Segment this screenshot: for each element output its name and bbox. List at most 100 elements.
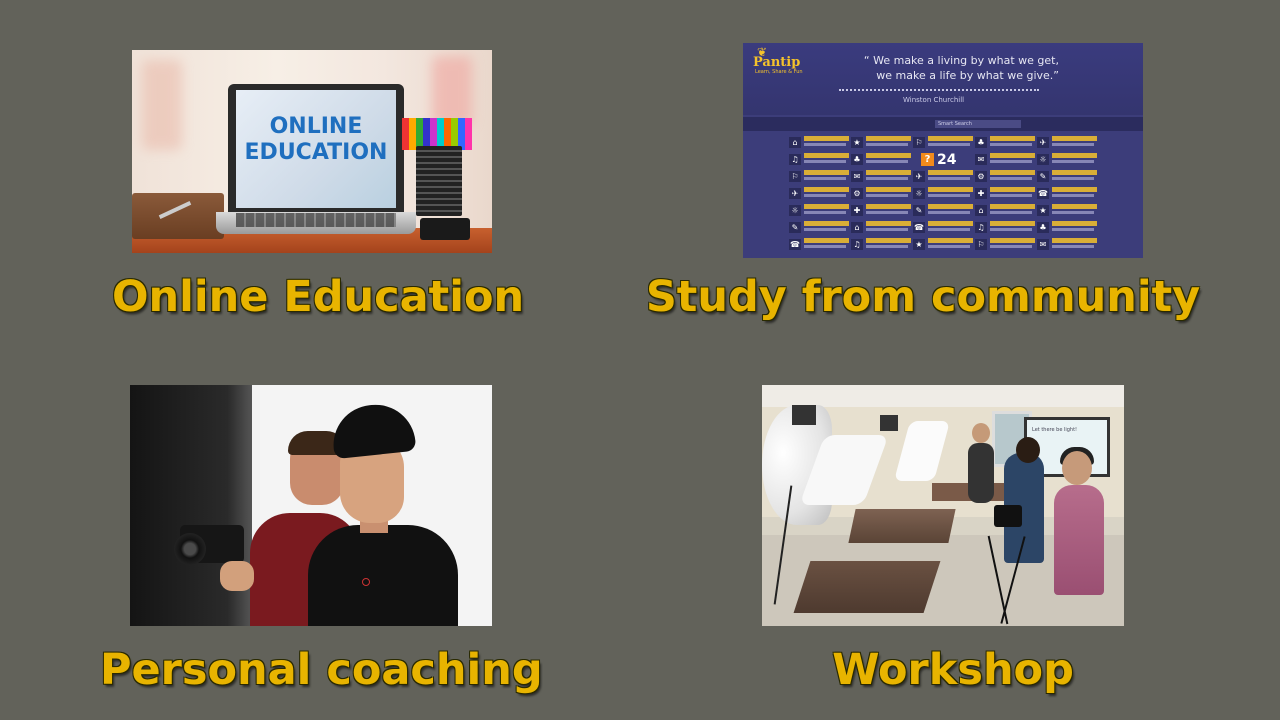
room-tile: ⚐: [789, 169, 849, 184]
table: [793, 561, 941, 613]
caption-workshop: Workshop: [832, 645, 1074, 695]
room-tile: ☎: [789, 237, 849, 252]
room-title-bar: [990, 204, 1035, 209]
room-desc-bar: [866, 228, 908, 231]
caption-online-education: Online Education: [112, 272, 525, 322]
question-icon: ?: [921, 153, 934, 166]
room-desc-bar: [1052, 194, 1094, 197]
laptop-screen-text: ONLINE EDUCATION: [236, 114, 396, 166]
room-desc-bar: [866, 143, 908, 146]
room-title-bar: [990, 153, 1035, 158]
room-icon: ✉: [851, 171, 863, 182]
room-tile: ☼: [789, 203, 849, 218]
room-desc-bar: [804, 194, 846, 197]
screen-text-line1: ONLINE: [269, 114, 363, 139]
laptop-keyboard: [236, 213, 396, 227]
room-desc-bar: [866, 194, 908, 197]
room-desc-bar: [990, 211, 1032, 214]
room-title-bar: [804, 238, 849, 243]
room-desc-bar: [866, 177, 908, 180]
participant-head: [972, 423, 990, 443]
room-desc-bar: [1052, 160, 1094, 163]
quote-divider: [839, 89, 1039, 91]
room-tile: ☎: [913, 220, 973, 235]
room-tile: ✉: [851, 169, 911, 184]
student-hair: [329, 400, 417, 460]
room-tile: ⌂: [851, 220, 911, 235]
room-desc-bar: [1052, 177, 1094, 180]
room-icon: ✚: [975, 188, 987, 199]
room-icon: ☼: [913, 188, 925, 199]
room-desc-bar: [990, 194, 1032, 197]
room-icon: ☎: [1037, 188, 1049, 199]
shirt-logo: [362, 578, 370, 586]
room-desc-bar: [1052, 211, 1094, 214]
room-tile: ♣: [1037, 220, 1097, 235]
room-tile: ♫: [789, 152, 849, 167]
room-tile: ✈: [1037, 135, 1097, 150]
pantip-date: 24: [937, 152, 957, 168]
room-tile: ⌂: [789, 135, 849, 150]
room-title-bar: [866, 238, 911, 243]
room-title-bar: [804, 187, 849, 192]
room-title-bar: [1052, 187, 1097, 192]
studio-light: [880, 415, 898, 431]
room-desc-bar: [990, 160, 1032, 163]
camera-lens: [174, 533, 206, 565]
room-desc-bar: [866, 245, 908, 248]
room-icon: ⌂: [975, 205, 987, 216]
room-tile: ✎: [789, 220, 849, 235]
screen-text-line2: EDUCATION: [244, 140, 388, 165]
room-title-bar: [804, 204, 849, 209]
caption-study-from-community: Study from community: [645, 272, 1201, 322]
room-title-bar: [990, 136, 1035, 141]
room-icon: ⚙: [975, 171, 987, 182]
participant-head: [1062, 451, 1092, 485]
room-tile: ♣: [851, 152, 911, 167]
room-icon: ★: [1037, 205, 1049, 216]
room-title-bar: [1052, 238, 1097, 243]
room-icon: ⌂: [851, 222, 863, 233]
room-title-bar: [990, 187, 1035, 192]
projector-screen-text: Let there be light!: [1032, 427, 1078, 433]
workshop-photo: Let there be light!: [762, 385, 1124, 626]
room-tile: ⚐: [975, 237, 1035, 252]
room-desc-bar: [804, 177, 846, 180]
room-title-bar: [866, 187, 911, 192]
pantip-community-screenshot: ❦ Pantip Learn, Share & Fun “ We make a …: [743, 43, 1143, 258]
room-desc-bar: [990, 245, 1032, 248]
room-icon: ✉: [1037, 239, 1049, 250]
room-icon: ⚙: [851, 188, 863, 199]
room-desc-bar: [804, 228, 846, 231]
room-title-bar: [866, 221, 911, 226]
room-icon: ⌂: [789, 137, 801, 148]
student-shirt: [308, 525, 458, 626]
room-tile: ✈: [913, 169, 973, 184]
room-icon: ✎: [913, 205, 925, 216]
caption-personal-coaching: Personal coaching: [100, 645, 543, 695]
table: [848, 509, 956, 543]
quote-line1: “ We make a living by what we get,: [863, 54, 1059, 67]
room-tile: ✉: [975, 152, 1035, 167]
room-desc-bar: [928, 245, 970, 248]
pencil-cup: [416, 146, 462, 216]
room-icon: ♫: [851, 239, 863, 250]
room-title-bar: [990, 221, 1035, 226]
room-desc-bar: [928, 194, 970, 197]
smartphone: [420, 218, 470, 240]
room-desc-bar: [928, 228, 970, 231]
room-tile: ☼: [1037, 152, 1097, 167]
room-icon: ☼: [1037, 154, 1049, 165]
studio-light: [792, 405, 816, 425]
room-title-bar: [990, 170, 1035, 175]
room-title-bar: [990, 238, 1035, 243]
room-title-bar: [928, 187, 973, 192]
room-tile: ✎: [913, 203, 973, 218]
room-icon: ⚐: [975, 239, 987, 250]
room-tile: ★: [851, 135, 911, 150]
notebook: [132, 193, 224, 239]
room-desc-bar: [1052, 228, 1094, 231]
room-icon: ★: [851, 137, 863, 148]
room-title-bar: [928, 204, 973, 209]
room-desc-bar: [990, 143, 1032, 146]
